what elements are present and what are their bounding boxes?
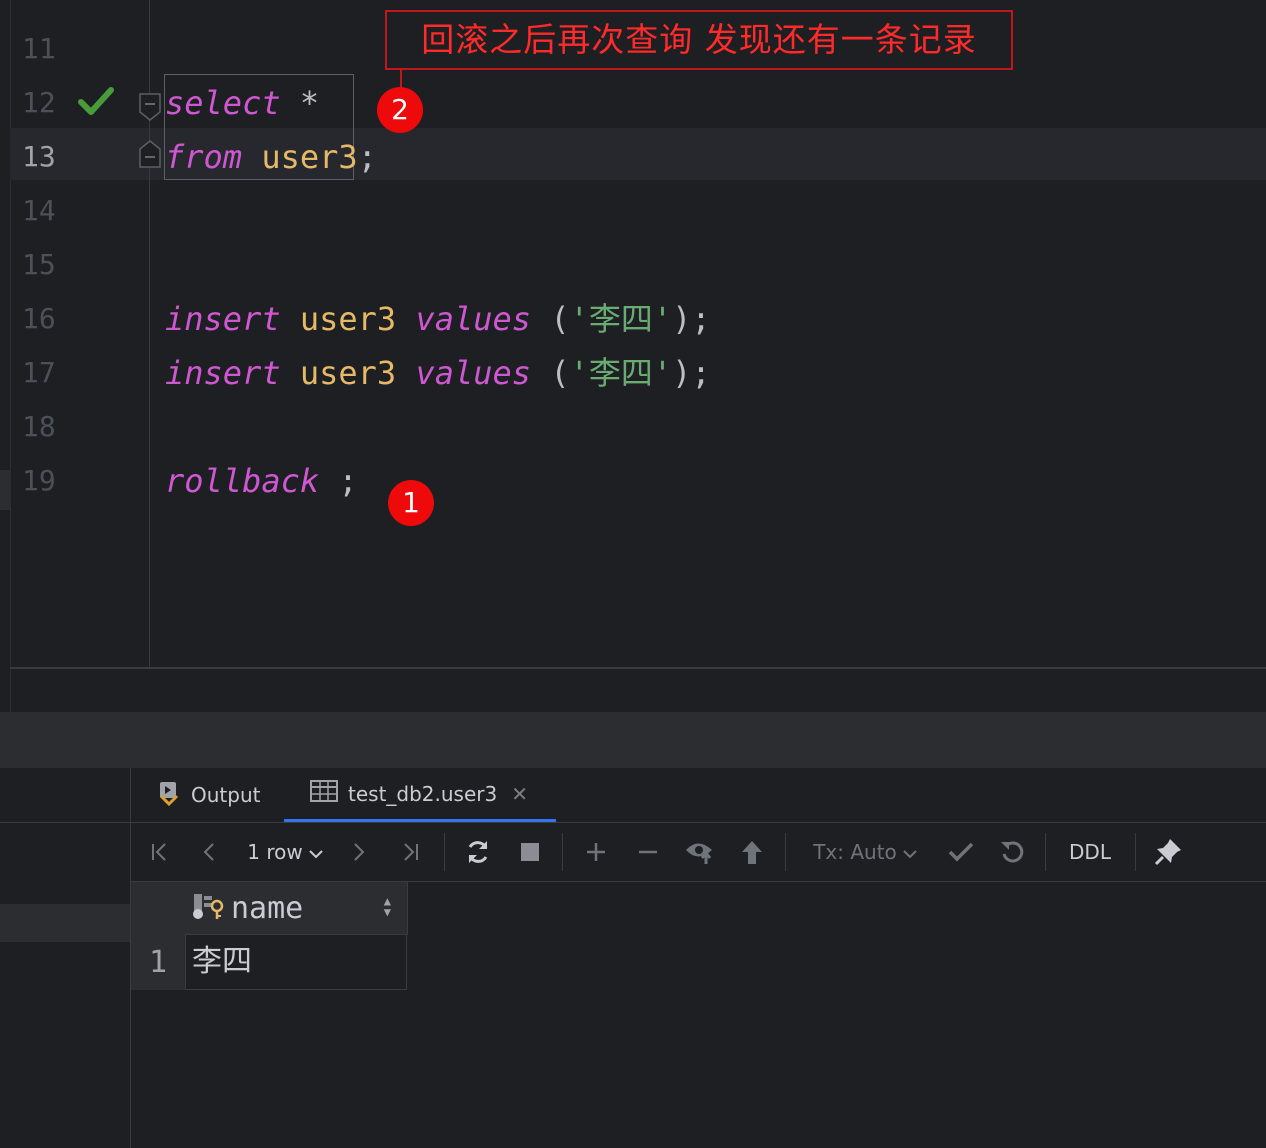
line-number: 19	[22, 464, 56, 497]
rollback-icon[interactable]	[997, 823, 1027, 881]
tab-output[interactable]: Output	[157, 768, 260, 822]
keyword: rollback	[165, 462, 320, 500]
code-text: ;	[319, 462, 358, 500]
prev-page-icon[interactable]	[197, 823, 221, 881]
chevron-down-icon	[309, 840, 323, 864]
line-number: 14	[22, 194, 56, 227]
preview-changes-icon[interactable]	[683, 823, 717, 881]
line-number: 15	[22, 248, 56, 281]
grid-cell[interactable]: 李四	[185, 934, 407, 990]
submit-arrow-icon[interactable]	[737, 823, 767, 881]
results-tab-bar: Output test_db2.user3 ✕	[131, 768, 1266, 823]
column-name-label: name	[231, 890, 304, 926]
keyword: values	[415, 300, 532, 338]
toolbar-separator	[444, 833, 445, 871]
line-marker	[0, 470, 10, 510]
close-icon[interactable]: ✕	[511, 782, 528, 806]
tab-table-user3[interactable]: test_db2.user3 ✕	[284, 768, 556, 822]
keyword: insert	[165, 300, 281, 338]
first-page-icon[interactable]	[145, 823, 175, 881]
row-count-dropdown[interactable]: 1 row	[243, 823, 327, 881]
code-line-12[interactable]: select *	[165, 76, 319, 130]
toolbar-separator	[785, 833, 786, 871]
execution-success-icon[interactable]	[78, 86, 114, 120]
column-key-icon	[193, 892, 225, 924]
keyword: insert	[165, 354, 281, 392]
annotation-badge-1: 1	[388, 480, 434, 526]
editor-left-edge	[0, 0, 11, 712]
pin-icon[interactable]	[1151, 823, 1185, 881]
ddl-button[interactable]: DDL	[1061, 823, 1119, 881]
code-text: );	[672, 354, 711, 392]
code-text: ;	[357, 138, 377, 176]
add-row-icon[interactable]	[583, 823, 609, 881]
column-header-name[interactable]: name ▲ ▼	[185, 882, 408, 935]
code-line-19[interactable]: rollback ;	[165, 454, 358, 508]
code-text: *	[280, 84, 320, 122]
toolbar-separator	[562, 833, 563, 871]
delete-row-icon[interactable]	[635, 823, 661, 881]
commit-icon[interactable]	[946, 823, 976, 881]
identifier: user3	[299, 300, 397, 338]
string-literal: '李四'	[569, 300, 673, 338]
stop-icon[interactable]	[517, 823, 543, 881]
table-icon	[310, 780, 338, 807]
annotation-badge-2: 2	[377, 87, 423, 133]
code-line-17[interactable]: insert user3 values ('李四');	[165, 346, 711, 400]
fold-end-icon[interactable]	[139, 140, 161, 168]
code-line-13[interactable]: from user3;	[165, 130, 377, 184]
line-number: 17	[22, 356, 56, 389]
line-number: 13	[22, 140, 56, 173]
output-icon	[157, 780, 181, 811]
fold-start-icon[interactable]	[139, 93, 161, 121]
refresh-icon[interactable]	[461, 823, 495, 881]
last-page-icon[interactable]	[395, 823, 425, 881]
services-tree-selected-row[interactable]	[0, 904, 130, 942]
panel-splitter[interactable]	[0, 712, 1266, 768]
keyword: select	[165, 84, 281, 122]
string-literal: '李四'	[569, 354, 673, 392]
identifier: user3	[261, 138, 358, 176]
sql-editor[interactable]: 11 12 13 14 15 16 17 18 19 select * from…	[0, 0, 1266, 712]
row-count-label: 1 row	[247, 840, 303, 864]
toolbar-separator	[1045, 833, 1046, 871]
keyword: from	[165, 138, 243, 176]
identifier: user3	[299, 354, 397, 392]
services-tree	[0, 768, 131, 1148]
line-number: 12	[22, 86, 56, 119]
code-text: (	[531, 354, 570, 392]
next-page-icon[interactable]	[347, 823, 371, 881]
row-number: 1	[148, 945, 168, 980]
tab-label: test_db2.user3	[348, 781, 498, 806]
chevron-down-icon	[903, 840, 917, 864]
results-toolbar: 1 row Tx: Auto DDL	[131, 823, 1266, 882]
editor-bottom-border	[10, 667, 1266, 669]
services-tree-divider	[0, 822, 130, 823]
transaction-mode-dropdown[interactable]: Tx: Auto	[811, 823, 919, 881]
sort-icon[interactable]: ▲ ▼	[384, 895, 391, 918]
toolbar-separator	[1135, 833, 1136, 871]
tab-label: Output	[191, 783, 261, 807]
line-number: 16	[22, 302, 56, 335]
code-text: );	[672, 300, 711, 338]
line-number: 11	[22, 32, 56, 65]
keyword: values	[415, 354, 532, 392]
line-number: 18	[22, 410, 56, 443]
code-line-16[interactable]: insert user3 values ('李四');	[165, 292, 711, 346]
code-text: (	[531, 300, 570, 338]
tx-mode-label: Tx: Auto	[813, 840, 897, 864]
annotation-callout: 回滚之后再次查询 发现还有一条记录	[385, 10, 1013, 70]
